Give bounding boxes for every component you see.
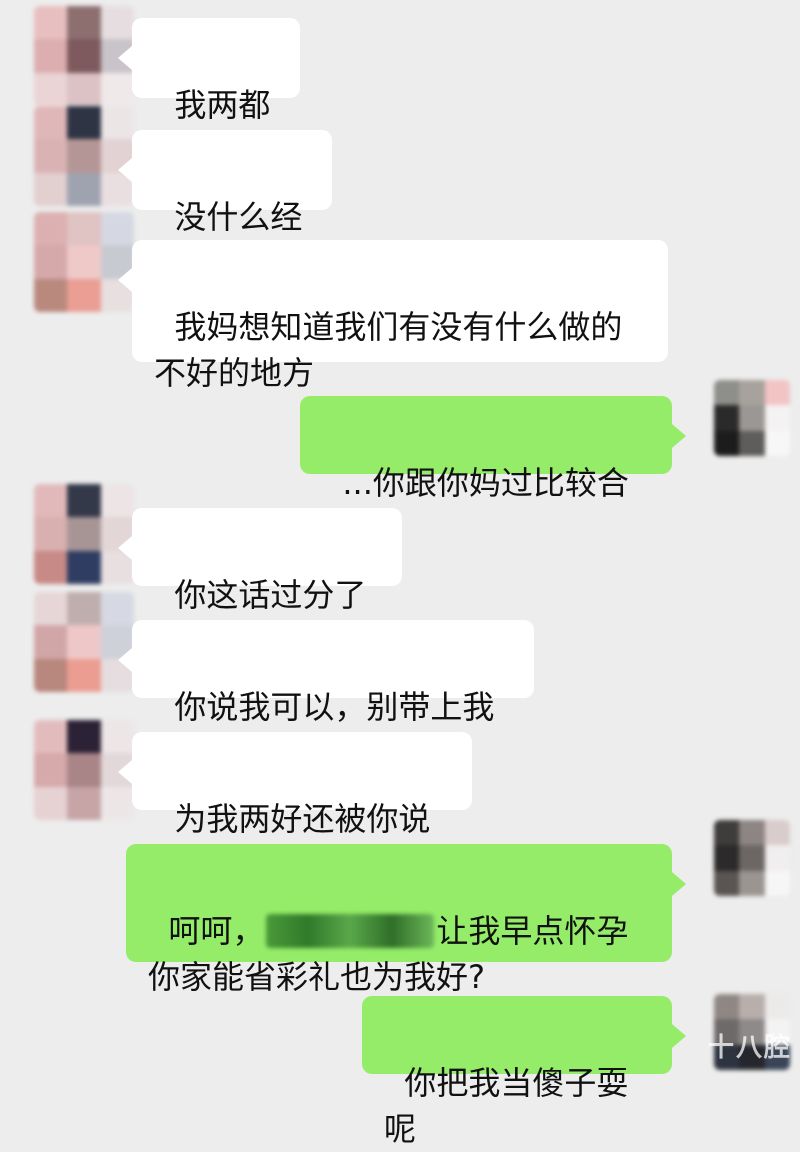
- message-bubble-incoming[interactable]: 为我两好还被你说: [118, 732, 472, 882]
- contact-avatar[interactable]: [34, 106, 134, 206]
- message-bubble-incoming[interactable]: 你这话过分了吧: [118, 508, 402, 660]
- message-text: 你把我当傻子耍呢: [384, 1064, 629, 1148]
- message-bubble-outgoing[interactable]: ...你跟你妈过比较合适: [300, 396, 686, 548]
- contact-avatar[interactable]: [34, 592, 134, 692]
- message-bubble-incoming[interactable]: 你说我可以，别带上我妈: [118, 620, 534, 772]
- watermark: 十八腔: [707, 1033, 792, 1063]
- redacted-text: [266, 914, 435, 948]
- message-text: 呵呵，: [168, 912, 265, 950]
- message-bubble-incoming[interactable]: 没什么经验: [118, 130, 332, 282]
- message-text: 我妈想知道我们有没有什么做的不好的地方: [154, 308, 623, 392]
- message-text: 为我两好还被你说: [174, 800, 431, 838]
- contact-avatar[interactable]: [34, 212, 134, 312]
- message-bubble-outgoing[interactable]: 呵呵， 让我早点怀孕你家能省彩礼也为我好?: [126, 844, 686, 996]
- my-avatar[interactable]: [714, 380, 790, 456]
- message-bubble-incoming[interactable]: 我妈想知道我们有没有什么做的不好的地方: [118, 240, 668, 392]
- message-bubble-incoming[interactable]: 我两都小: [118, 18, 300, 170]
- message-bubble-outgoing[interactable]: 你把我当傻子耍呢: [362, 996, 686, 1148]
- contact-avatar[interactable]: [34, 484, 134, 584]
- my-avatar[interactable]: [714, 820, 790, 896]
